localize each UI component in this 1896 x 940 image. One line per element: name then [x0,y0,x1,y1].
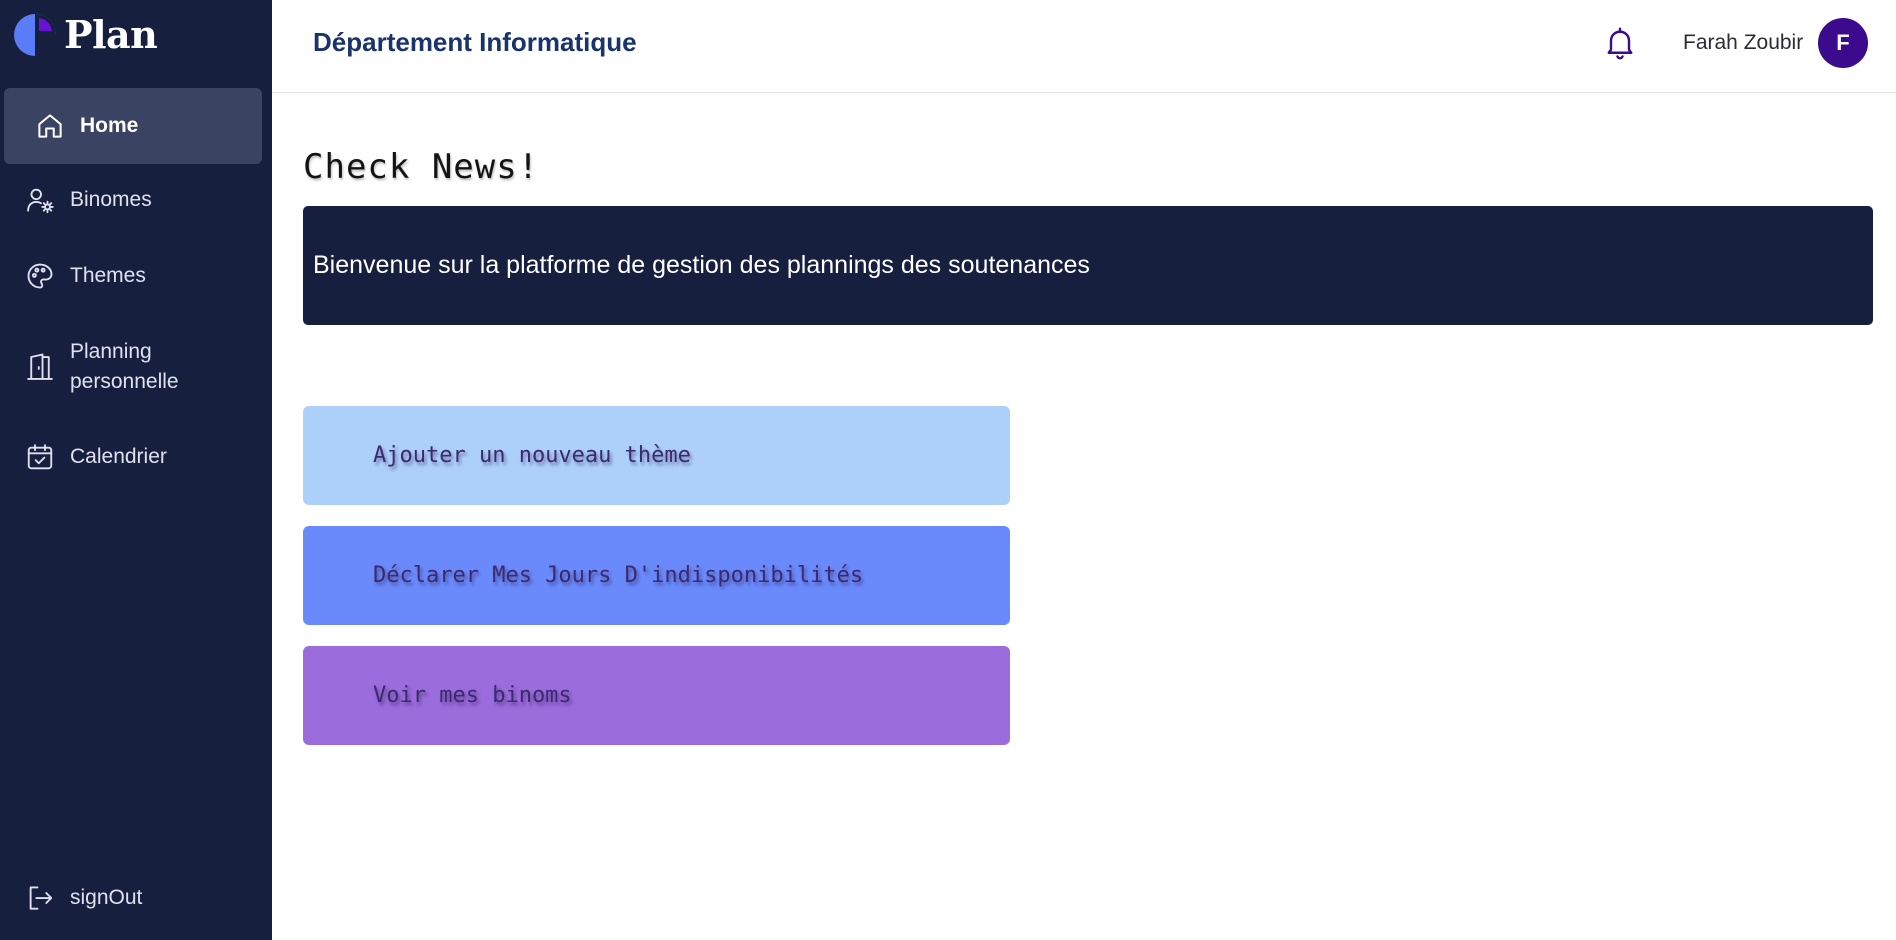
page-title: Département Informatique [313,27,637,57]
sign-out-button[interactable]: signOut [4,881,262,915]
logo-icon [14,14,58,58]
sidebar-item-label: Home [80,114,139,137]
sidebar: Plan Home Binomes Themes Planning person… [0,0,272,940]
user-name: Farah Zoubir [1683,31,1804,54]
add-theme-button[interactable]: Ajouter un nouveau thème [303,406,1010,505]
main-title: Check News! [303,147,540,187]
sidebar-item-label: Themes [70,264,146,287]
sidebar-item-binomes[interactable]: Binomes [4,183,262,217]
declare-unavailability-button[interactable]: Déclarer Mes Jours D'indisponibilités [303,526,1010,625]
news-banner: Bienvenue sur la platforme de gestion de… [303,206,1873,325]
sidebar-item-themes[interactable]: Themes [4,259,262,293]
view-binoms-button[interactable]: Voir mes binoms [303,646,1010,745]
notifications-button[interactable] [1602,24,1638,62]
action-label: Ajouter un nouveau thème [373,443,691,468]
action-label: Déclarer Mes Jours D'indisponibilités [373,563,864,588]
app: Plan Home Binomes Themes Planning person… [0,0,1896,940]
brand-name: Plan [64,12,158,57]
sidebar-item-calendrier[interactable]: Calendrier [4,440,262,474]
bell-icon [1607,27,1633,60]
sidebar-item-planning-personnelle[interactable]: Planning personnelle [4,335,262,399]
palette-icon [24,260,56,292]
news-text: Bienvenue sur la platforme de gestion de… [313,251,1090,279]
action-label: Voir mes binoms [373,683,572,708]
brand[interactable]: Plan [12,12,158,58]
sidebar-item-label: Binomes [70,188,152,211]
avatar[interactable]: F [1818,18,1868,68]
sign-out-label: signOut [70,886,143,909]
home-icon [34,110,66,142]
sign-out-icon [24,882,56,914]
door-icon [24,351,56,383]
sidebar-item-home[interactable]: Home [4,88,262,164]
sidebar-item-label: Calendrier [70,445,167,468]
sidebar-item-label: Planning personnelle [70,340,179,393]
calendar-check-icon [24,441,56,473]
top-header: Département Informatique Farah Zoubir F [272,0,1896,93]
user-gear-icon [24,184,56,216]
